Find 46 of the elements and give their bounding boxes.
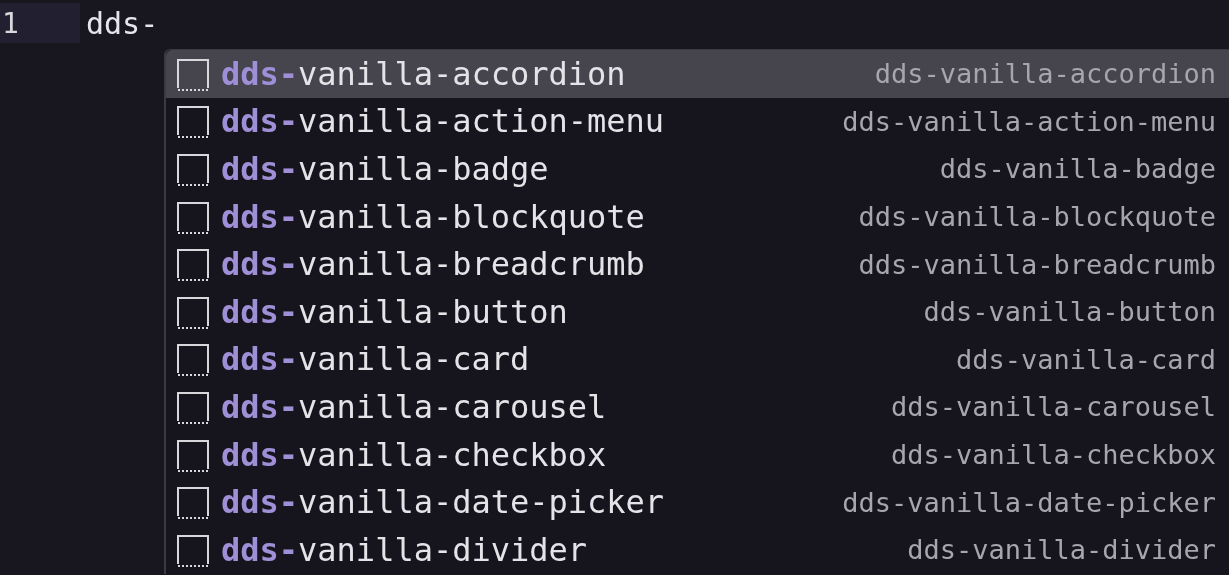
snippet-icon (176, 56, 210, 91)
suggestion-label: dds-vanilla-card (221, 340, 530, 379)
suggestion-label: dds-vanilla-breadcrumb (221, 245, 645, 284)
suggestion-detail: dds-vanilla-card (955, 343, 1216, 375)
suggestion-detail: dds-vanilla-date-picker (842, 486, 1216, 518)
snippet-icon (176, 199, 210, 234)
suggestion-label: dds-vanilla-accordion (221, 54, 626, 93)
snippet-icon (176, 389, 210, 424)
suggestion-detail: dds-vanilla-blockquote (858, 201, 1216, 233)
suggestion-detail: dds-vanilla-checkbox (890, 439, 1216, 471)
snippet-icon (176, 152, 210, 186)
suggestion-label: dds-vanilla-action-menu (221, 102, 665, 141)
suggestion-label: dds-vanilla-badge (221, 150, 549, 188)
suggestion-item[interactable]: dds-vanilla-checkbox dds-vanilla-checkbox (166, 430, 1229, 479)
suggestion-detail: dds-vanilla-button (923, 296, 1216, 328)
code-text: dds- (86, 5, 159, 41)
suggestion-detail: dds-vanilla-divider (907, 534, 1216, 566)
suggestion-item[interactable]: dds-vanilla-button dds-vanilla-button (166, 287, 1229, 336)
suggestion-item[interactable]: dds-vanilla-divider dds-vanilla-divider (166, 525, 1229, 574)
suggestion-label: dds-vanilla-divider (221, 530, 588, 569)
snippet-icon (176, 485, 210, 520)
suggestion-label: dds-vanilla-carousel (221, 387, 607, 426)
suggestion-detail: dds-vanilla-accordion (874, 58, 1216, 90)
snippet-icon (176, 104, 210, 139)
suggestion-detail: dds-vanilla-carousel (890, 391, 1216, 423)
suggestion-item[interactable]: dds-vanilla-accordion dds-vanilla-accordion (166, 50, 1229, 98)
snippet-icon (176, 437, 210, 472)
snippet-icon (176, 294, 210, 329)
suggestion-label: dds-vanilla-date-picker (221, 483, 665, 522)
suggestion-item[interactable]: dds-vanilla-blockquote dds-vanilla-blockquote (166, 192, 1229, 241)
snippet-icon (176, 247, 210, 282)
suggestion-detail: dds-vanilla-action-menu (842, 105, 1216, 137)
snippet-icon (176, 342, 210, 377)
suggestion-item[interactable]: dds-vanilla-badge dds-vanilla-badge (166, 145, 1229, 193)
suggestion-detail: dds-vanilla-breadcrumb (858, 248, 1216, 280)
suggestion-item[interactable]: dds-vanilla-breadcrumb dds-vanilla-breadcrumb (166, 240, 1229, 288)
suggestion-item[interactable]: dds-vanilla-carousel dds-vanilla-carousel (166, 383, 1229, 431)
line-number: 1 (0, 3, 80, 43)
suggestion-item[interactable]: dds-vanilla-card dds-vanilla-card (166, 335, 1229, 384)
suggestion-label: dds-vanilla-checkbox (221, 435, 607, 474)
suggestion-label: dds-vanilla-blockquote (221, 197, 645, 236)
snippet-icon (176, 532, 210, 567)
suggestion-item[interactable]: dds-vanilla-action-menu dds-vanilla-action-menu (166, 97, 1229, 146)
suggestion-label: dds-vanilla-button (221, 292, 568, 331)
suggestion-detail: dds-vanilla-badge (939, 153, 1216, 185)
suggestion-item[interactable]: dds-vanilla-date-picker dds-vanilla-date-picker (166, 478, 1229, 526)
